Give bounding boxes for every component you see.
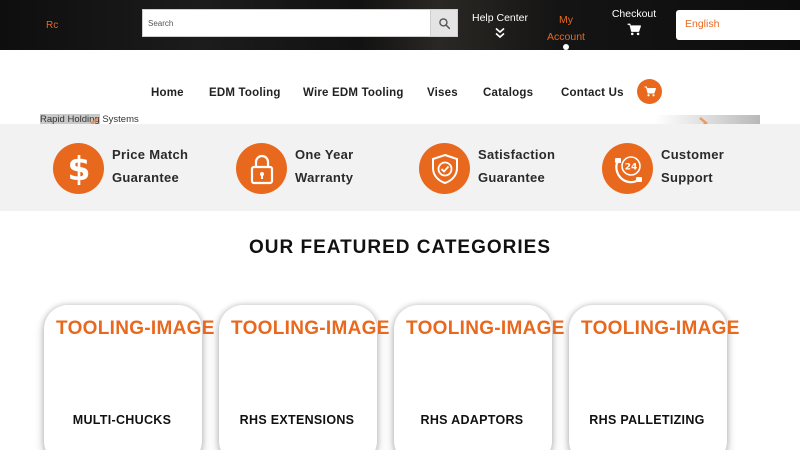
language-select[interactable]: English [676, 10, 800, 40]
nav-item-home[interactable]: Home [151, 87, 184, 99]
help-center-menu[interactable]: Help Center [468, 12, 532, 39]
category-image-placeholder: TOOLING-IMAGE [581, 318, 740, 339]
guarantee-line2: Guarantee [478, 170, 546, 185]
svg-text:$: $ [67, 151, 90, 187]
category-label: RHS ADAPTORS [420, 413, 524, 427]
my-account-link[interactable]: My Account [540, 12, 592, 46]
guarantee-line1: Price Match [112, 147, 189, 162]
dollar-icon: $ [67, 151, 90, 187]
nav-item-wire-edm-tooling[interactable]: Wire EDM Tooling [303, 87, 404, 99]
category-label: MULTI-CHUCKS [72, 413, 172, 427]
main-nav: Home EDM Tooling Wire EDM Tooling Vises … [0, 78, 800, 108]
nav-item-contact-us[interactable]: Contact Us [561, 87, 624, 99]
search-icon [438, 17, 450, 29]
category-label: RHS PALLETIZING [589, 413, 705, 427]
nav-item-catalogs[interactable]: Catalogs [483, 87, 533, 99]
category-image-placeholder: TOOLING-IMAGE [56, 318, 215, 339]
checkout-link[interactable]: Checkout [604, 8, 664, 36]
checkout-label: Checkout [611, 8, 657, 20]
guarantee-satisfaction: Satisfaction Guarantee [478, 143, 555, 189]
guarantee-customer-support: Customer Support [661, 143, 724, 189]
search-input[interactable] [143, 10, 431, 36]
category-image-placeholder: TOOLING-IMAGE [231, 318, 390, 339]
nav-cart-button[interactable] [637, 79, 662, 104]
cart-icon [644, 86, 656, 97]
lock-icon [250, 154, 273, 184]
satisfaction-badge [419, 143, 470, 194]
guarantee-line2: Support [661, 170, 713, 185]
active-indicator-dot [563, 44, 569, 50]
guarantee-price-match: Price Match Guarantee [112, 143, 188, 189]
shield-check-icon [431, 153, 458, 184]
help-center-label: Help Center [471, 12, 529, 24]
warranty-badge [236, 143, 287, 194]
my-account-line1: My [559, 14, 573, 26]
search-box [142, 9, 458, 37]
svg-text:24: 24 [624, 162, 637, 172]
guarantee-line2: Guarantee [112, 170, 180, 185]
category-label: RHS EXTENSIONS [239, 413, 355, 427]
guarantee-line1: Customer [661, 147, 725, 162]
category-image-placeholder: TOOLING-IMAGE [406, 318, 565, 339]
double-chevron-down-icon [495, 27, 505, 39]
support-badge: 24 [602, 143, 653, 194]
nav-item-edm-tooling[interactable]: EDM Tooling [209, 87, 281, 99]
guarantee-warranty: One Year Warranty [295, 143, 354, 189]
cart-icon [627, 23, 641, 36]
guarantee-line2: Warranty [295, 170, 354, 185]
search-button[interactable] [430, 10, 457, 36]
nav-item-vises[interactable]: Vises [427, 87, 458, 99]
guarantee-line1: One Year [295, 147, 354, 162]
logo[interactable]: Rc [46, 20, 58, 31]
support-24-icon: 24 [614, 155, 642, 183]
featured-categories-title: OUR FEATURED CATEGORIES [248, 237, 552, 258]
guarantee-line1: Satisfaction [478, 147, 556, 162]
price-match-badge: $ [53, 143, 104, 194]
